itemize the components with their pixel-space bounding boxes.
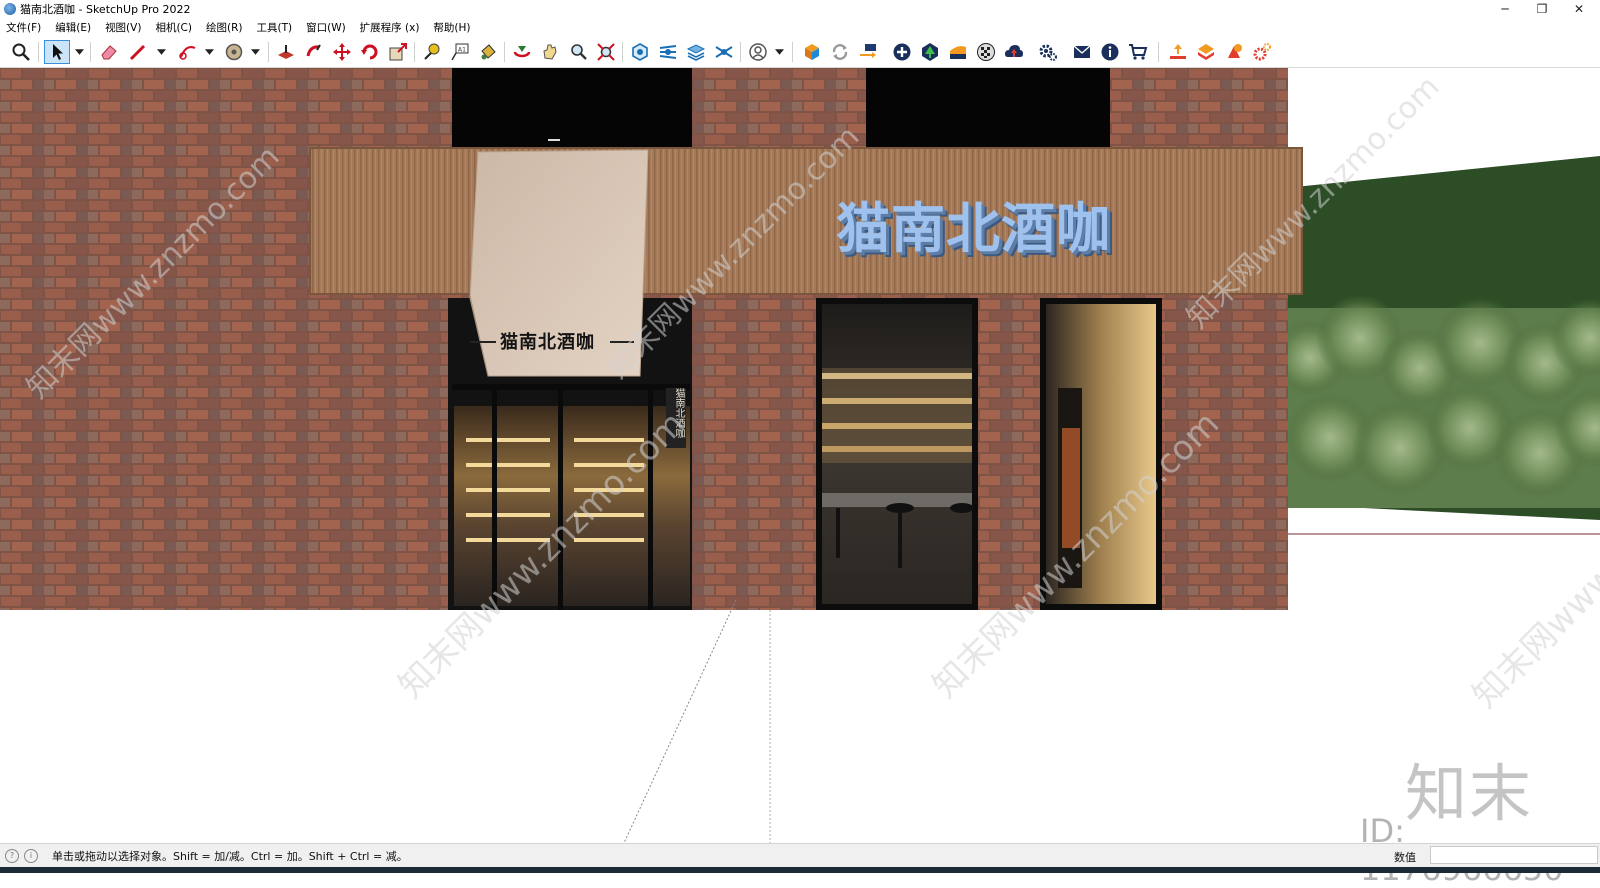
layers-icon[interactable] xyxy=(684,40,708,64)
toolbar-separator xyxy=(414,42,415,62)
menu-edit[interactable]: 编辑(E) xyxy=(53,19,93,36)
menu-draw[interactable]: 绘图(R) xyxy=(204,19,245,36)
extension-4-icon[interactable] xyxy=(1250,40,1274,64)
refresh-icon[interactable] xyxy=(828,40,852,64)
shop-sign-letters: 猫南北酒咖 xyxy=(836,197,1111,260)
geo-location-icon[interactable]: ? xyxy=(5,848,19,863)
chevron-down-icon[interactable] xyxy=(156,45,166,59)
extension-1-icon[interactable] xyxy=(1166,40,1190,64)
text-tool[interactable]: A1 xyxy=(448,40,472,64)
cart-icon[interactable] xyxy=(1126,40,1150,64)
checker-icon[interactable] xyxy=(974,40,998,64)
toolbar-separator xyxy=(268,42,269,62)
orbit-tool[interactable] xyxy=(510,40,534,64)
styles-icon[interactable] xyxy=(656,40,680,64)
zoom-tool[interactable] xyxy=(566,40,590,64)
settings-icon[interactable] xyxy=(1036,40,1060,64)
main-toolbar: A1 xyxy=(0,36,1600,68)
window-title: 猫南北酒咖 - SketchUp Pro 2022 xyxy=(20,3,191,16)
zoom-extents-tool[interactable] xyxy=(594,40,618,64)
sketchup-app-icon xyxy=(4,3,16,15)
toolbar-separator xyxy=(792,42,793,62)
menu-camera[interactable]: 相机(C) xyxy=(153,19,194,36)
scale-tool[interactable] xyxy=(386,40,410,64)
menu-file[interactable]: 文件(F) xyxy=(4,19,43,36)
arc-tool[interactable] xyxy=(176,40,200,64)
upper-window-left xyxy=(452,68,692,148)
upper-window-right xyxy=(866,68,1110,148)
tape-measure-tool[interactable] xyxy=(420,40,444,64)
status-hint: 单击或拖动以选择对象。Shift = 加/减。Ctrl = 加。Shift + … xyxy=(52,849,408,863)
menu-help[interactable]: 帮助(H) xyxy=(431,19,472,36)
select-tool[interactable] xyxy=(44,40,70,64)
svg-text:A1: A1 xyxy=(458,47,466,54)
rotate-tool[interactable] xyxy=(358,40,382,64)
status-bar: ? i 单击或拖动以选择对象。Shift = 加/减。Ctrl = 加。Shif… xyxy=(0,843,1600,867)
extension-3-icon[interactable] xyxy=(1222,40,1246,64)
line-tool[interactable] xyxy=(126,40,150,64)
push-pull-tool[interactable] xyxy=(274,40,298,64)
info-icon[interactable] xyxy=(1098,40,1122,64)
title-bar: 猫南北酒咖 - SketchUp Pro 2022 ─ ❐ ✕ xyxy=(0,0,1600,18)
measurements-input[interactable] xyxy=(1430,846,1598,864)
taskbar-strip xyxy=(0,867,1600,873)
menu-bar: 文件(F) 编辑(E) 视图(V) 相机(C) 绘图(R) 工具(T) 窗口(W… xyxy=(0,18,1600,36)
tree-icon[interactable] xyxy=(918,40,942,64)
minimize-button[interactable]: ─ xyxy=(1488,0,1522,18)
paint-bucket-tool[interactable] xyxy=(476,40,500,64)
axis-guide-line xyxy=(623,599,737,843)
add-icon[interactable] xyxy=(890,40,914,64)
account-icon[interactable] xyxy=(746,40,770,64)
menu-view[interactable]: 视图(V) xyxy=(103,19,143,36)
close-button[interactable]: ✕ xyxy=(1562,0,1596,18)
materials-icon[interactable] xyxy=(946,40,970,64)
toolbar-separator xyxy=(622,42,623,62)
mail-icon[interactable] xyxy=(1070,40,1094,64)
3d-warehouse-icon[interactable] xyxy=(800,40,824,64)
banner-text: 猫南北酒咖 xyxy=(500,332,595,353)
menu-tools[interactable]: 工具(T) xyxy=(254,19,294,36)
extension-2-icon[interactable] xyxy=(1194,40,1218,64)
follow-me-tool[interactable] xyxy=(302,40,326,64)
measurements-label: 数值 xyxy=(1394,851,1416,864)
chevron-down-icon[interactable] xyxy=(774,45,784,59)
door-frame xyxy=(452,384,690,390)
chevron-down-icon[interactable] xyxy=(204,45,214,59)
model-viewport[interactable]: 猫南北酒咖 猫南北酒咖 猫南北酒咖 知末网www.znzmo.com 知末网ww… xyxy=(0,68,1600,843)
toolbar-separator xyxy=(740,42,741,62)
backdrop-trees xyxy=(1272,294,1600,508)
credits-icon[interactable]: i xyxy=(24,848,38,863)
toolbar-separator xyxy=(1158,42,1159,62)
eraser-tool[interactable] xyxy=(97,40,121,64)
zoom-icon[interactable] xyxy=(9,40,33,64)
chevron-down-icon[interactable] xyxy=(74,45,84,59)
export-icon[interactable] xyxy=(856,40,880,64)
menu-window[interactable]: 窗口(W) xyxy=(304,19,348,36)
shapes-tool[interactable] xyxy=(222,40,246,64)
maximize-button[interactable]: ❐ xyxy=(1525,0,1559,18)
move-tool[interactable] xyxy=(330,40,354,64)
cloud-upload-icon[interactable] xyxy=(1002,40,1026,64)
toolbar-separator xyxy=(504,42,505,62)
scenes-icon[interactable] xyxy=(712,40,736,64)
toolbar-separator xyxy=(90,42,91,62)
menu-extensions[interactable]: 扩展程序 (x) xyxy=(358,19,422,36)
chevron-down-icon[interactable] xyxy=(250,45,260,59)
toolbar-separator xyxy=(38,42,39,62)
components-icon[interactable] xyxy=(628,40,652,64)
pan-tool[interactable] xyxy=(538,40,562,64)
